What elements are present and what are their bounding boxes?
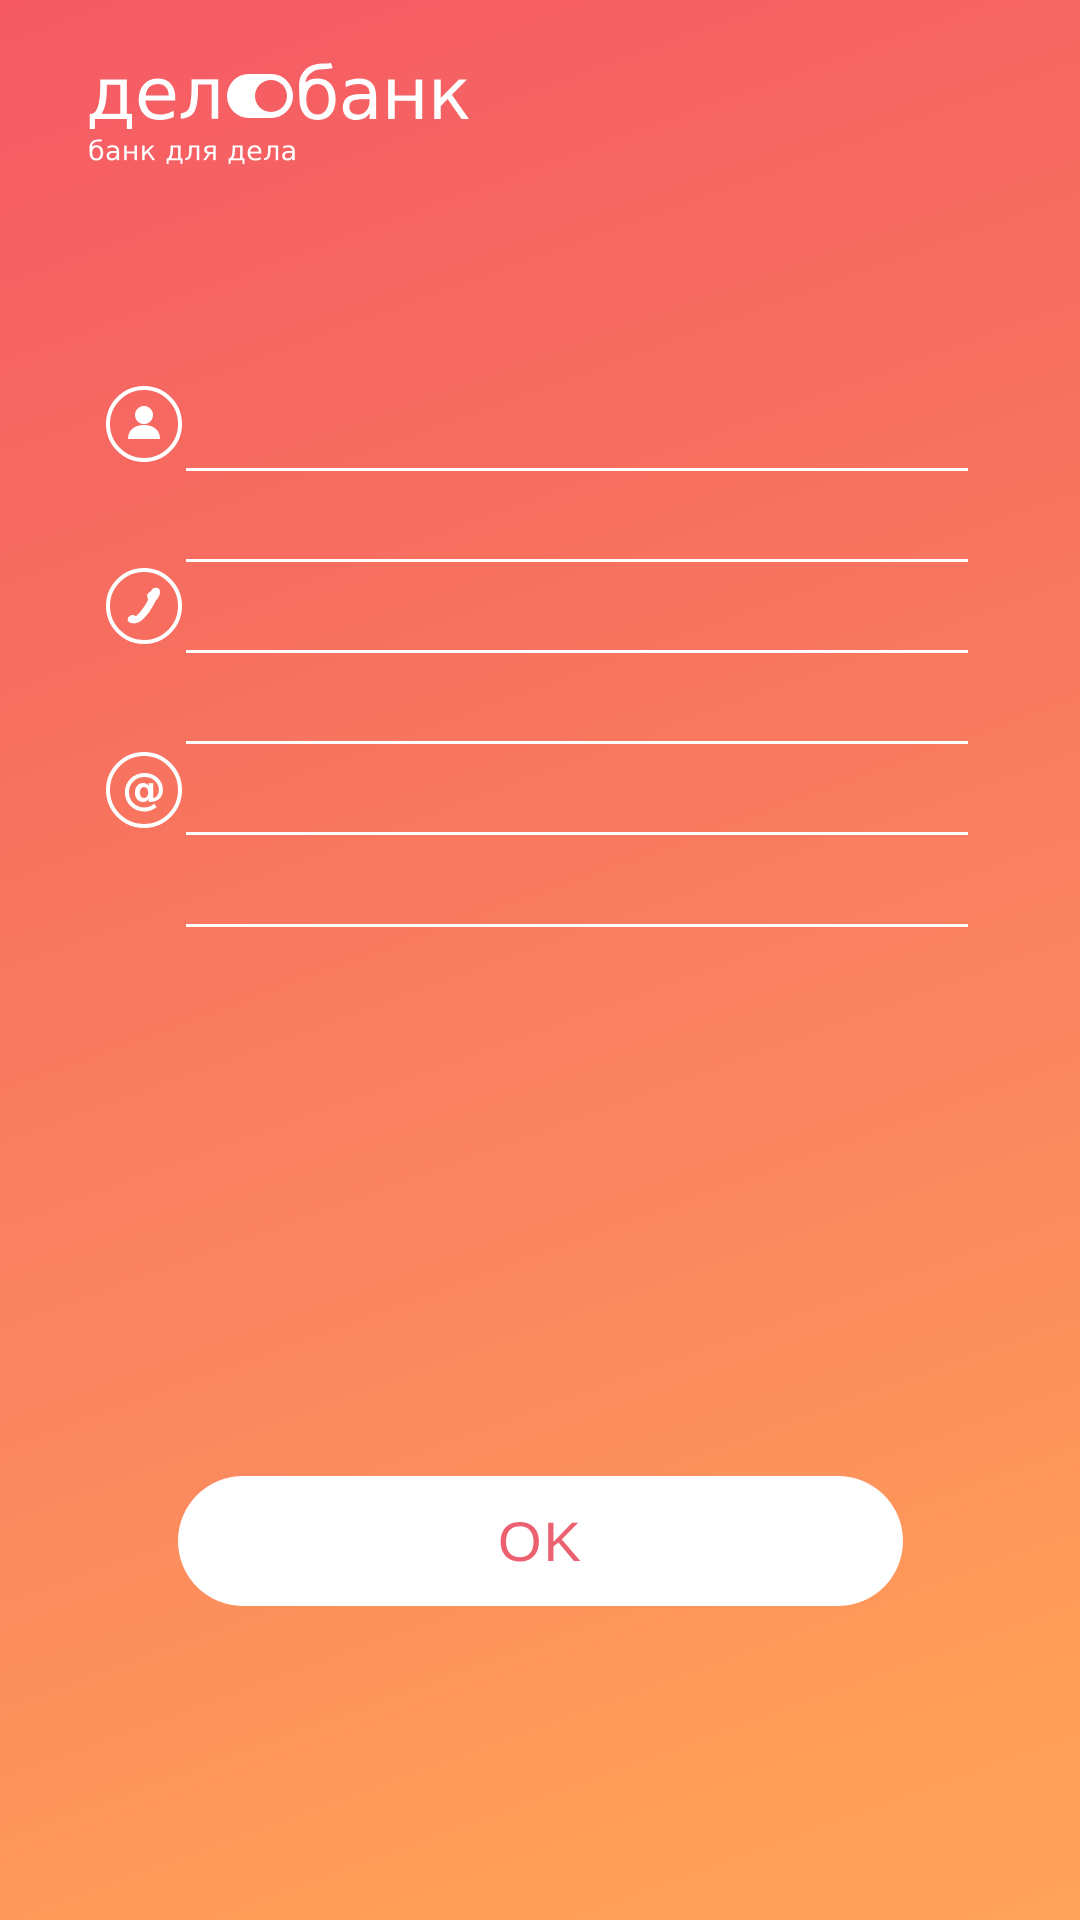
user-icon-glyph (128, 406, 160, 439)
phone-icon-glyph (127, 587, 160, 624)
brand-logo: дел банк банк для дела (86, 52, 506, 172)
logo-tagline: банк для дела (88, 136, 298, 167)
email-field-2[interactable] (186, 859, 968, 927)
phone-field-1[interactable] (186, 585, 968, 653)
at-sign-icon-glyph: @ (122, 764, 166, 815)
at-sign-icon: @ (106, 752, 182, 828)
ok-button[interactable]: OK (178, 1476, 903, 1606)
name-field-1[interactable] (186, 403, 968, 471)
user-icon (106, 386, 182, 462)
logo-toggle-icon (227, 74, 294, 118)
logo-word-left: дел (86, 52, 224, 136)
logo-wordmark: дел банк (86, 52, 471, 136)
phone-icon (106, 568, 182, 644)
email-field-1[interactable] (186, 767, 968, 835)
svg-text:@: @ (122, 764, 166, 815)
phone-field-2[interactable] (186, 676, 968, 744)
logo-word-right: банк (295, 52, 471, 136)
name-field-2[interactable] (186, 494, 968, 562)
